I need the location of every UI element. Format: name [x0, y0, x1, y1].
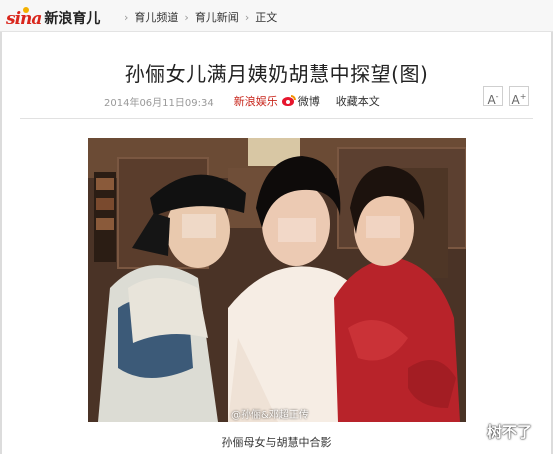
font-decrease-icon: A [487, 93, 496, 107]
sina-eye-logo-icon [23, 7, 29, 13]
breadcrumb-parenting-news[interactable]: 育儿新闻 [195, 9, 239, 25]
article-title: 孙俪女儿满月姨奶胡慧中探望(图) [124, 62, 429, 86]
photo-illustration [88, 138, 466, 422]
title-divider [20, 118, 533, 119]
chevron-right-icon: › [184, 10, 189, 24]
source-link[interactable]: 新浪娱乐 [234, 93, 278, 109]
photo-caption: 孙俪母女与胡慧中合影 [221, 436, 332, 449]
favorite-button[interactable]: 收藏本文 [336, 93, 380, 109]
font-increase-button[interactable]: A+ [509, 86, 529, 107]
article-meta: 2014年06月11日09:34 新浪娱乐 微博 收藏本文 [104, 93, 380, 109]
corner-watermark: 树不了 [487, 423, 533, 441]
publish-time: 2014年06月11日09:34 [104, 97, 214, 109]
top-nav-bar: sina 新浪育儿 › 育儿频道 › 育儿新闻 › 正文 [0, 0, 553, 32]
font-decrease-button[interactable]: A- [483, 86, 503, 107]
weibo-link[interactable]: 微博 [298, 93, 320, 109]
photo-watermark: @孙俪&邓超正传 [231, 410, 309, 421]
chevron-right-icon: › [244, 10, 250, 24]
breadcrumb-current: 正文 [255, 11, 278, 24]
font-increase-icon: A [511, 93, 520, 107]
sina-logo[interactable]: sina 新浪育儿 [6, 7, 101, 28]
chevron-right-icon: › [124, 10, 129, 24]
breadcrumb-parenting-channel[interactable]: 育儿频道 [134, 9, 178, 25]
article-photo[interactable] [88, 138, 466, 422]
logo-channel: 新浪育儿 [44, 11, 101, 27]
weibo-icon[interactable] [281, 95, 296, 107]
breadcrumb: › 育儿频道 › 育儿新闻 › 正文 [114, 9, 277, 25]
